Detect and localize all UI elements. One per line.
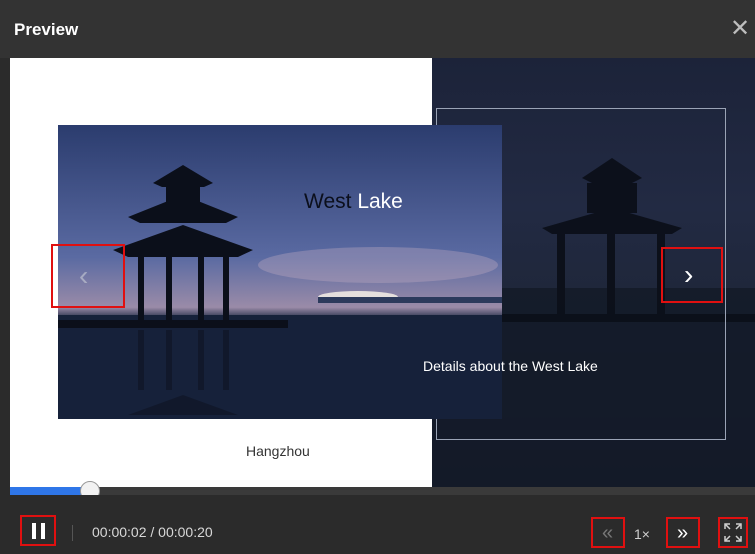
fullscreen-icon [724,523,742,542]
close-icon[interactable]: ✕ [729,17,751,41]
preview-dialog: Preview ✕ West Lake Details about the We… [0,0,755,554]
rewind-button[interactable]: « [591,517,625,548]
playback-speed[interactable]: 1× [634,526,650,542]
fast-forward-button[interactable]: » [666,517,700,548]
slide-caption: Hangzhou [246,443,310,459]
slide-details-text: Details about the West Lake [423,358,598,374]
playback-time: 00:00:02 / 00:00:20 [92,524,213,540]
slide-title-west: West [304,190,352,213]
fast-forward-icon: » [677,522,689,544]
title-bar: Preview ✕ [0,0,755,58]
chevron-right-icon: › [684,259,694,290]
dialog-title: Preview [14,20,79,39]
slide-title: West Lake [304,190,403,214]
divider [72,525,73,541]
rewind-icon: « [602,522,614,544]
progress-bar[interactable] [10,487,755,495]
fullscreen-button[interactable] [718,517,748,548]
progress-fill [10,487,85,495]
pause-button[interactable] [20,515,56,546]
slide-title-lake: Lake [357,190,403,213]
chevron-left-icon: ‹ [79,260,89,291]
prev-slide-button[interactable]: ‹ [51,244,125,308]
next-slide-button[interactable]: › [661,247,723,303]
